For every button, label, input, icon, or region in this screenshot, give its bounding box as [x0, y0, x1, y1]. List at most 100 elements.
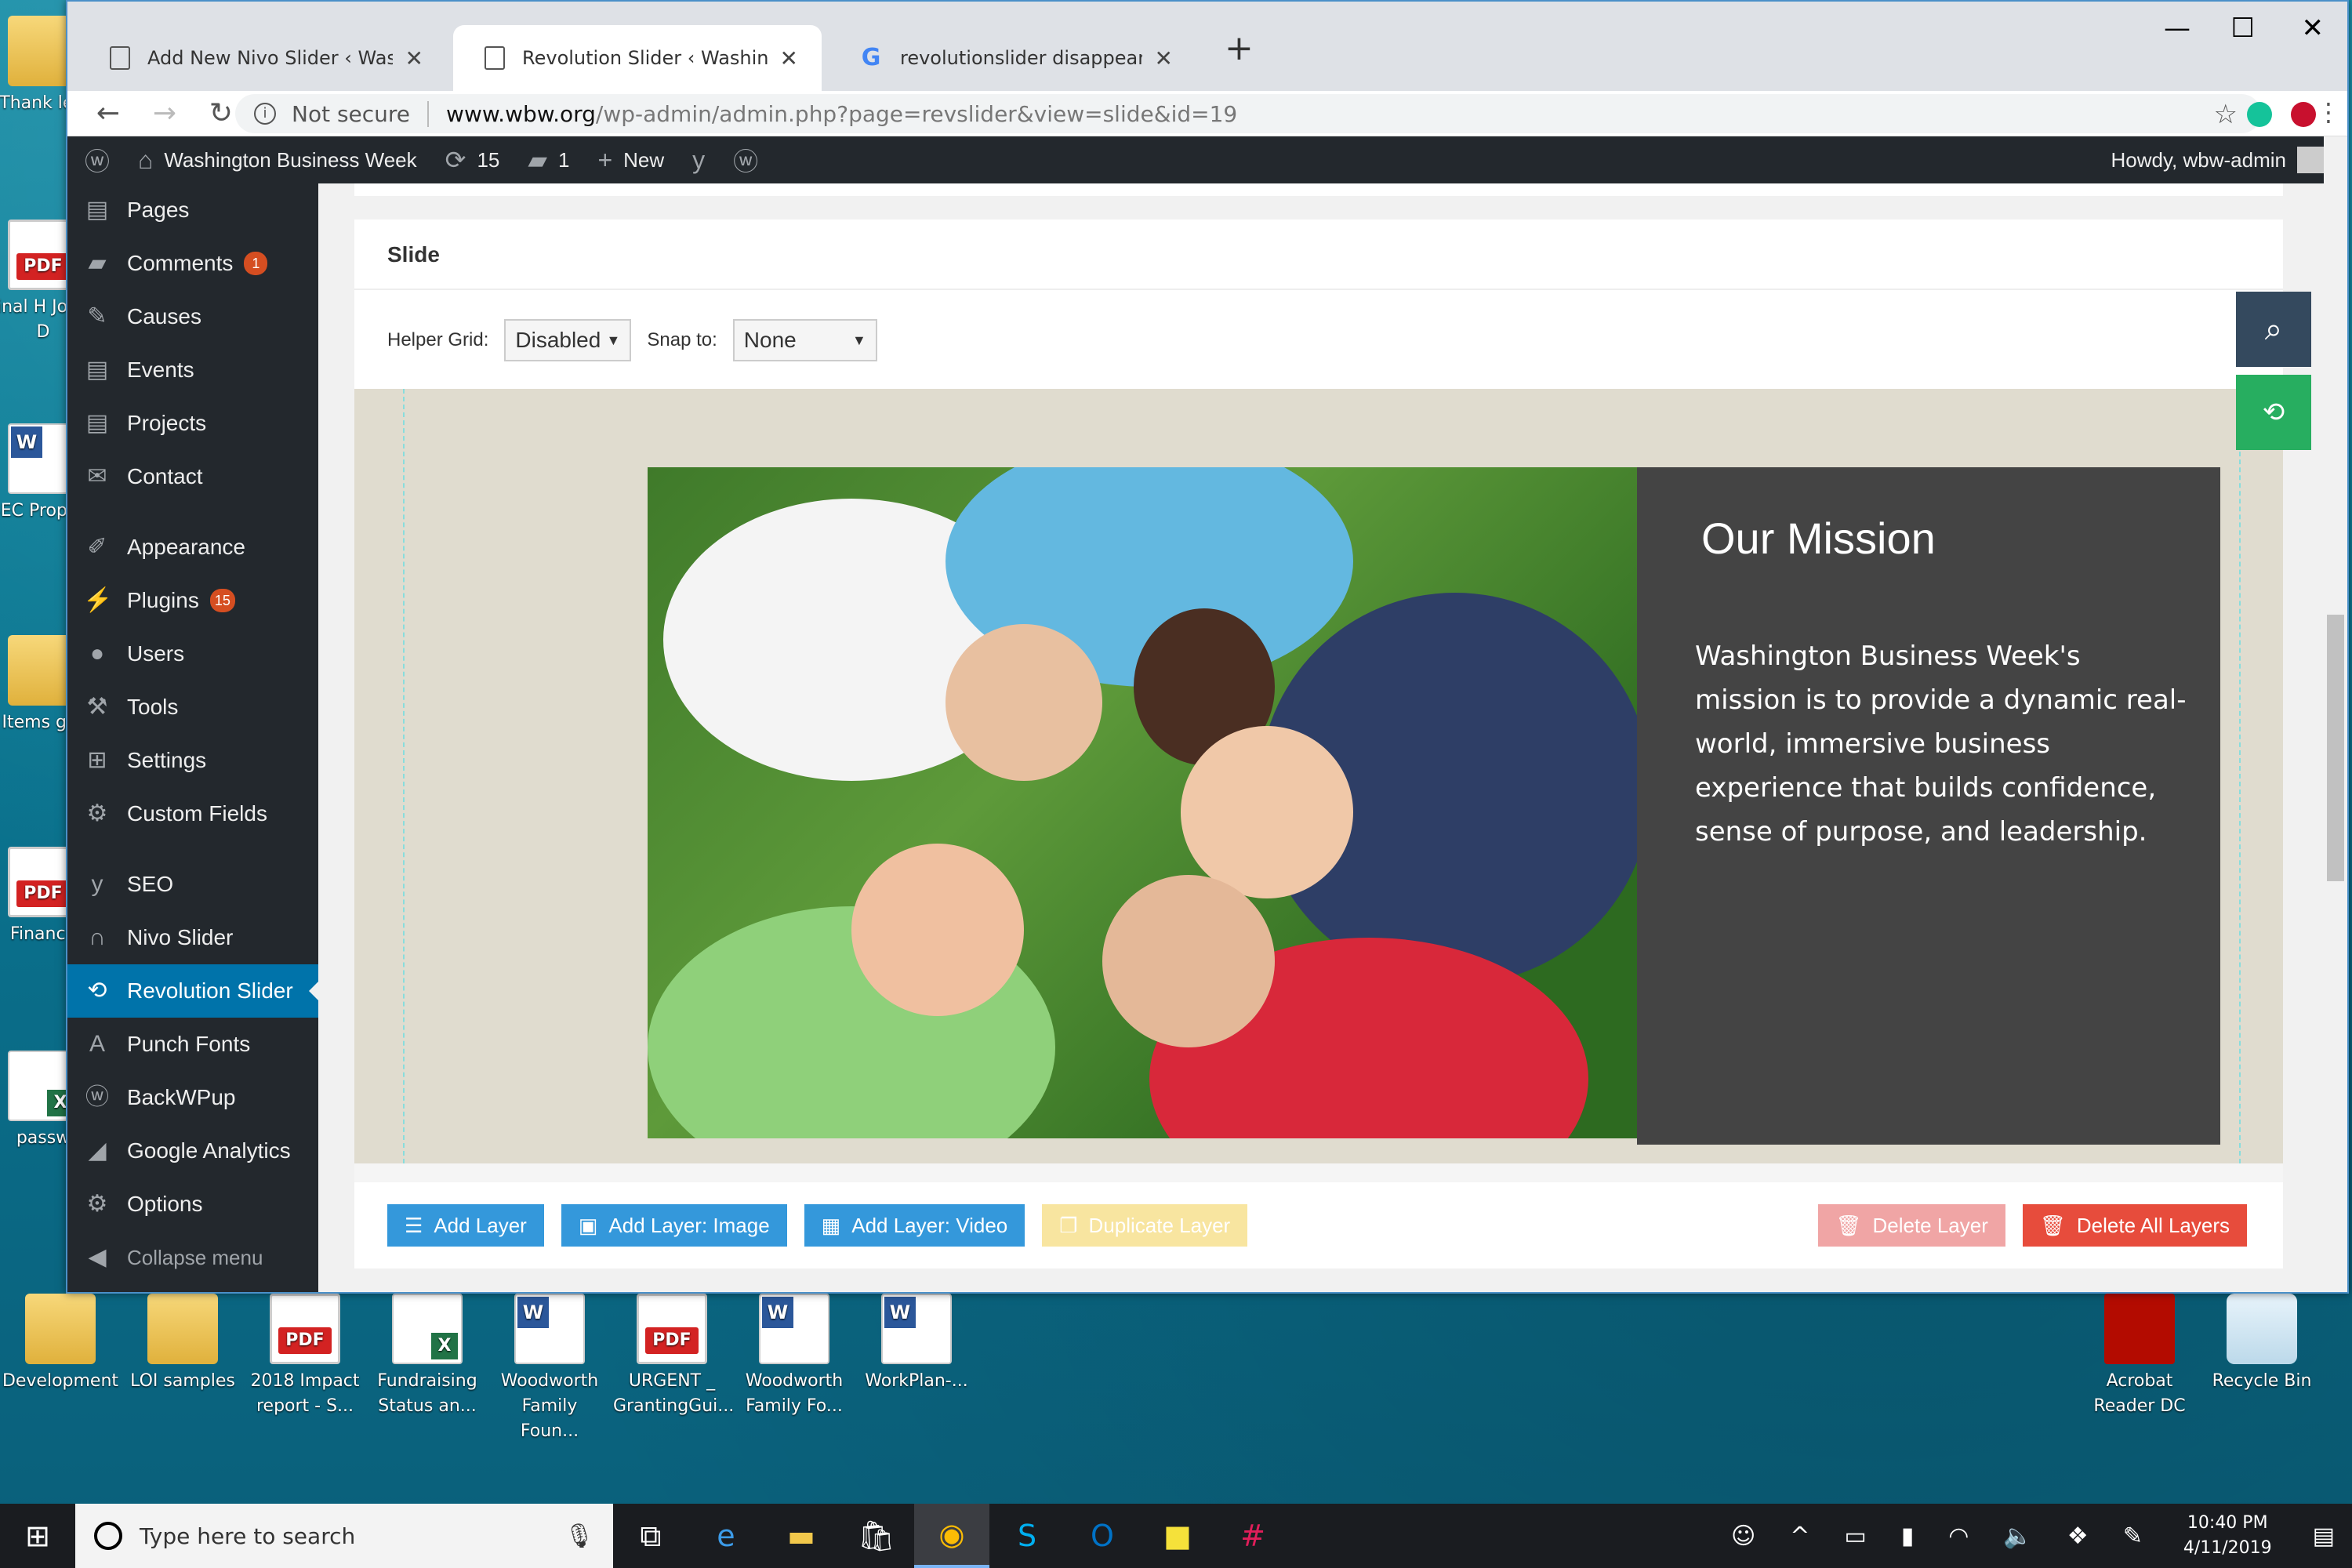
desktop-icon[interactable]: Recycle Bin	[2203, 1294, 2321, 1394]
comments-link[interactable]: ▰ 1	[528, 145, 569, 175]
search-icon[interactable]: ⌕	[2236, 292, 2311, 367]
duplicate-layer-button[interactable]: ❐ Duplicate Layer	[1042, 1204, 1248, 1247]
delete-layer-button[interactable]: 🗑 Delete Layer	[1818, 1204, 2005, 1247]
add-layer-video-button[interactable]: ▦ Add Layer: Video	[804, 1204, 1025, 1247]
chrome-icon[interactable]: ◉	[914, 1504, 989, 1568]
mission-body: Washington Business Week's mission is to…	[1695, 641, 2187, 848]
yoast-icon[interactable]: y	[692, 146, 705, 175]
wp-logo-icon[interactable]: ⓦ	[85, 142, 110, 178]
add-layer-image-button[interactable]: ▣ Add Layer: Image	[561, 1204, 787, 1247]
clock[interactable]: 10:40 PM 4/11/2019	[2183, 1511, 2272, 1561]
close-window-button[interactable]: ✕	[2302, 13, 2325, 44]
close-tab-icon[interactable]: ✕	[1155, 45, 1173, 71]
sidebar-item-google-analytics[interactable]: ◢ Google Analytics	[67, 1124, 318, 1178]
windows-start-icon[interactable]: ⊞	[0, 1504, 75, 1568]
slide-image-layer[interactable]	[648, 467, 1637, 1138]
close-tab-icon[interactable]: ✕	[405, 45, 423, 71]
sidebar-item-punch-fonts[interactable]: A Punch Fonts	[67, 1018, 318, 1071]
desktop-icon[interactable]: LOI samples	[124, 1294, 241, 1394]
edge-icon[interactable]: e	[688, 1504, 764, 1568]
desktop-icon[interactable]: WorkPlan-...	[858, 1294, 975, 1394]
sidebar-item-options[interactable]: ⚙ Options	[67, 1178, 318, 1231]
sidebar-item-revolution-slider[interactable]: ⟲ Revolution Slider	[67, 964, 318, 1018]
sidebar-item-comments[interactable]: ▰ Comments 1	[67, 237, 318, 290]
forward-button[interactable]: →	[149, 97, 180, 129]
photo-face	[946, 624, 1102, 781]
minimize-button[interactable]: —	[2164, 13, 2190, 44]
sidebar-item-pages[interactable]: ▤ Pages	[67, 183, 318, 237]
wifi-icon[interactable]: ◠	[1948, 1523, 1969, 1550]
store-icon[interactable]: 🛍	[839, 1504, 914, 1568]
profile-extension-icon[interactable]	[2291, 102, 2316, 127]
desktop-icon[interactable]: 2018 Impact report - S...	[246, 1294, 364, 1419]
desktop-icon[interactable]: Fundraising Status an...	[368, 1294, 486, 1419]
add-layer-button[interactable]: ☰ Add Layer	[387, 1204, 544, 1247]
microphone-icon[interactable]: 🎙	[564, 1523, 594, 1550]
skype-icon[interactable]: S	[989, 1504, 1065, 1568]
mission-text-layer[interactable]: Our Mission Washington Business Week's m…	[1637, 467, 2220, 1145]
helper-grid-select[interactable]: Disabled ▼	[504, 319, 632, 361]
desktop-icon[interactable]: URGENT _ GrantingGui...	[613, 1294, 734, 1419]
sticky-notes-icon[interactable]: ■	[1140, 1504, 1215, 1568]
sidebar-item-contact[interactable]: ✉ Contact	[67, 450, 318, 503]
address-bar[interactable]: i Not secure www.wbw.org /wp-admin/admin…	[235, 94, 2261, 133]
updates-link[interactable]: ⟳ 15	[445, 145, 500, 175]
volume-icon[interactable]: 🔈	[2003, 1523, 2032, 1550]
notifications-icon[interactable]: ▤	[2313, 1523, 2335, 1550]
task-view-icon[interactable]: ⧉	[613, 1504, 688, 1568]
sidebar-item-tools[interactable]: ⚒ Tools	[67, 681, 318, 734]
battery-icon[interactable]: ▮	[1901, 1523, 1915, 1550]
sidebar-item-custom-fields[interactable]: ⚙ Custom Fields	[67, 787, 318, 840]
pen-icon[interactable]: ✎	[2123, 1523, 2143, 1550]
horizontal-scrollbar[interactable]	[354, 1163, 2283, 1182]
tab-google-search[interactable]: G revolutionslider disappeared on wordpr…	[828, 25, 1196, 91]
desktop-icon[interactable]: Acrobat Reader DC	[2081, 1294, 2198, 1419]
sidebar-item-nivo-slider[interactable]: ∩ Nivo Slider	[67, 911, 318, 964]
bookmark-star-icon[interactable]: ☆	[2214, 99, 2238, 130]
chevron-up-icon[interactable]: ^	[1790, 1523, 1809, 1550]
people-icon[interactable]: ☺	[1731, 1523, 1755, 1550]
snap-to-select[interactable]: None ▼	[732, 319, 877, 361]
sidebar-item-settings[interactable]: ⊞ Settings	[67, 734, 318, 787]
layer-button-row: ☰ Add Layer ▣ Add Layer: Image ▦ Add Layer:…	[354, 1182, 2283, 1269]
new-tab-button[interactable]: +	[1225, 28, 1254, 68]
maximize-button[interactable]: ☐	[2231, 13, 2255, 44]
desktop-icon[interactable]: Woodworth Family Foun...	[491, 1294, 608, 1444]
sidebar-item-backwpup[interactable]: ⓦ BackWPup	[67, 1071, 318, 1124]
sidebar-item-events[interactable]: ▤ Events	[67, 343, 318, 397]
tab-nivo-slider[interactable]: Add New Nivo Slider ‹ Washington Busines…	[78, 25, 447, 91]
new-content-link[interactable]: + New	[597, 146, 664, 175]
dropbox-icon[interactable]: ❖	[2067, 1523, 2089, 1550]
comments-badge: 1	[244, 252, 268, 275]
scrollbar-thumb[interactable]	[2327, 615, 2344, 881]
delete-all-layers-button[interactable]: 🗑 Delete All Layers	[2022, 1204, 2247, 1247]
account-menu[interactable]: Howdy, wbw-admin	[2111, 147, 2324, 173]
chart-icon: ◢	[88, 1138, 107, 1163]
back-button[interactable]: ←	[93, 97, 124, 129]
wordpress-icon[interactable]: ⓦ	[733, 142, 758, 178]
outlook-icon[interactable]: O	[1065, 1504, 1140, 1568]
sidebar-item-plugins[interactable]: ⚡ Plugins 15	[67, 574, 318, 627]
network-icon[interactable]: ▭	[1844, 1523, 1866, 1550]
site-name-link[interactable]: ⌂ Washington Business Week	[138, 146, 417, 175]
vertical-scrollbar[interactable]	[2324, 136, 2347, 1292]
collapse-menu-button[interactable]: ◀ Collapse menu	[67, 1231, 318, 1284]
sidebar-item-seo[interactable]: y SEO	[67, 858, 318, 911]
desktop-icon[interactable]: Woodworth Family Fo...	[735, 1294, 853, 1419]
updates-icon: ⟳	[445, 146, 466, 174]
menu-dots-icon[interactable]: ⋮	[2316, 97, 2341, 127]
taskbar-search-box[interactable]: Type here to search 🎙	[75, 1504, 613, 1568]
sidebar-item-causes[interactable]: ✎ Causes	[67, 290, 318, 343]
tab-revolution-slider[interactable]: Revolution Slider ‹ Washington Business …	[453, 25, 822, 91]
sidebar-item-appearance[interactable]: ✐ Appearance	[67, 521, 318, 574]
info-icon[interactable]: i	[254, 103, 276, 125]
slack-icon[interactable]: #	[1215, 1504, 1290, 1568]
file-explorer-icon[interactable]: ▬	[764, 1504, 839, 1568]
desktop-icon[interactable]: Development	[2, 1294, 119, 1394]
close-tab-icon[interactable]: ✕	[780, 45, 798, 71]
refresh-icon[interactable]: ⟲	[2236, 375, 2311, 450]
sidebar-item-users[interactable]: ● Users	[67, 627, 318, 681]
sidebar-item-projects[interactable]: ▤ Projects	[67, 397, 318, 450]
reload-button[interactable]: ↻	[205, 97, 237, 129]
grammarly-extension-icon[interactable]	[2247, 102, 2272, 127]
